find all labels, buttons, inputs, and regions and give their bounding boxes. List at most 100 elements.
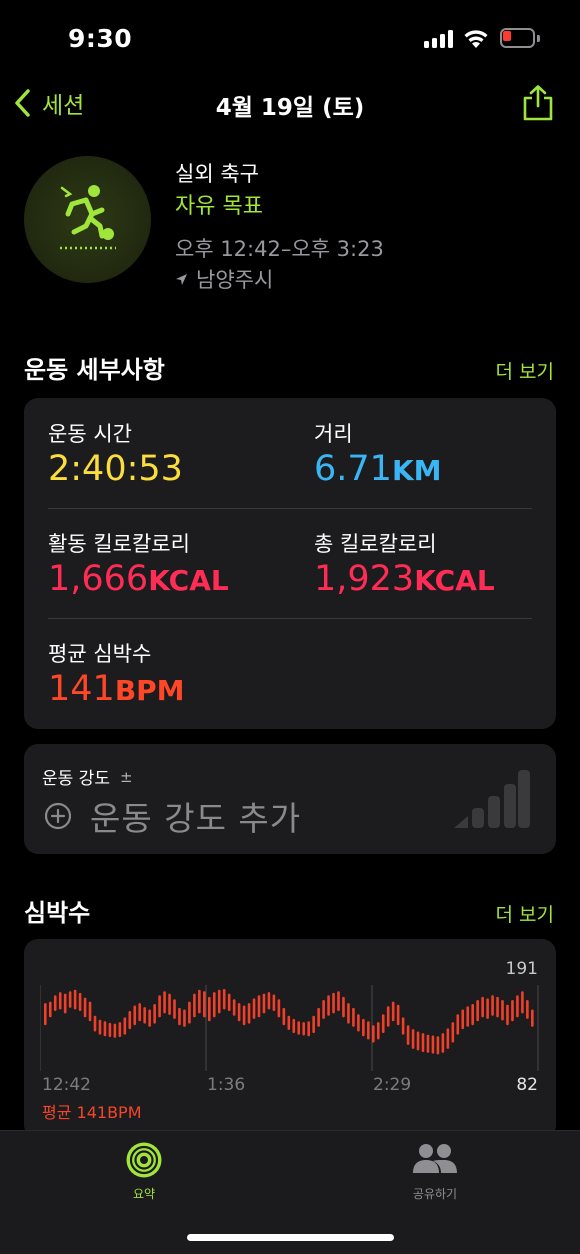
tab-label: 공유하기: [412, 1187, 458, 1201]
heart-rate-bar: [511, 999, 514, 1022]
heart-rate-bar: [222, 988, 226, 1010]
chart-x-label: 12:42: [42, 1075, 91, 1095]
heart-rate-bar: [352, 1007, 355, 1027]
heart-rate-bar: [317, 1007, 320, 1027]
heart-rate-bar: [376, 1022, 380, 1040]
location-arrow-icon: [176, 273, 187, 285]
heart-rate-bar: [198, 989, 201, 1014]
heart-rate-bar: [501, 999, 504, 1021]
workout-details-card[interactable]: 운동 시간 2:40:53 거리 6.71KM 활동 킬로칼로리 1,666KC…: [24, 398, 556, 729]
heart-rate-bar: [133, 1005, 137, 1026]
tab-summary[interactable]: 요약: [104, 1141, 184, 1202]
heart-rate-bar: [178, 1007, 181, 1026]
heart-rate-bar: [506, 1004, 509, 1026]
heart-rate-bar: [108, 1022, 112, 1038]
heart-rate-bar: [68, 991, 72, 1008]
heart-rate-see-more-link[interactable]: 더 보기: [496, 900, 554, 927]
divider: [48, 508, 532, 509]
heart-rate-bar: [58, 992, 62, 1010]
heart-rate-bar: [262, 993, 266, 1014]
metric-label: 총 킬로칼로리: [314, 532, 437, 556]
metric-total-calories: 총 킬로칼로리 1,923KCAL: [314, 528, 495, 599]
heart-rate-bar: [332, 992, 335, 1014]
heart-rate-bar: [98, 1019, 102, 1035]
heart-rate-bar: [123, 1017, 127, 1035]
add-intensity-button[interactable]: 운동 강도 추가: [44, 792, 301, 840]
heart-rate-bar: [48, 1001, 52, 1018]
soccer-workout-icon: [24, 156, 151, 283]
metric-value: 1,666KCAL: [48, 559, 229, 599]
heart-rate-bar: [163, 991, 166, 1014]
heart-rate-bar: [212, 992, 216, 1018]
intensity-bars-icon: [454, 770, 530, 828]
heart-rate-bar: [277, 999, 281, 1018]
tab-sharing[interactable]: 공유하기: [395, 1141, 475, 1202]
heart-rate-bar: [312, 1015, 315, 1034]
heart-rate-bar: [362, 1018, 365, 1037]
heart-rate-bar: [381, 1014, 385, 1034]
heart-rate-bar: [426, 1034, 430, 1053]
heart-rate-bar: [481, 996, 484, 1018]
heart-rate-bar: [476, 999, 479, 1022]
status-bar: 9:30: [0, 0, 580, 78]
heart-rate-bar: [436, 1036, 440, 1055]
heart-rate-bar: [456, 1014, 460, 1035]
share-icon[interactable]: [520, 84, 556, 122]
home-indicator: [187, 1234, 394, 1241]
metric-active-calories: 활동 킬로칼로리 1,666KCAL: [48, 528, 229, 599]
heart-rate-bar: [297, 1021, 301, 1035]
metric-label: 거리: [314, 422, 353, 446]
metric-value: 2:40:53: [48, 449, 183, 489]
heart-rate-bar: [232, 999, 236, 1016]
heart-rate-bar: [282, 1007, 286, 1026]
heart-rate-bar: [337, 991, 340, 1012]
heart-rate-bar: [401, 1017, 405, 1035]
heart-rate-bar: [183, 1009, 186, 1027]
heart-rate-bar: [168, 993, 171, 1015]
heart-rate-bar: [521, 991, 524, 1014]
heart-rate-bar: [451, 1022, 455, 1043]
metric-value: 1,923KCAL: [314, 559, 495, 599]
location-label: 남양주시: [196, 268, 274, 292]
heart-rate-bar: [193, 993, 196, 1018]
heart-rate-bar: [406, 1025, 410, 1045]
page-title: 4월 19일 (토): [215, 95, 365, 121]
heart-rate-bar: [153, 1003, 156, 1024]
heart-rate-bar: [103, 1021, 107, 1037]
heart-rate-bar: [272, 994, 276, 1012]
chart-max-label: 191: [505, 959, 538, 979]
heart-rate-bar: [526, 999, 529, 1019]
heart-rate-chart: [40, 985, 539, 1071]
heart-rate-bar: [302, 1022, 306, 1036]
heart-rate-bar: [496, 996, 499, 1018]
details-section-title: 운동 세부사항: [24, 356, 165, 384]
metric-value: 6.71KM: [314, 449, 442, 489]
heart-rate-bar: [208, 996, 211, 1022]
heart-rate-bar: [386, 1006, 390, 1027]
heart-rate-bar: [78, 992, 82, 1012]
heart-rate-bar: [531, 1009, 534, 1027]
workout-intensity-card[interactable]: 운동 강도 ± 운동 강도 추가: [24, 744, 556, 854]
details-see-more-link[interactable]: 더 보기: [496, 357, 554, 384]
heart-rate-bar: [257, 995, 261, 1018]
heart-rate-bar: [73, 989, 77, 1010]
heart-rate-bar: [252, 998, 256, 1019]
heart-rate-bar: [188, 1001, 191, 1024]
battery-icon: [500, 28, 540, 48]
heart-rate-bar: [118, 1022, 122, 1038]
metric-value: 141BPM: [48, 669, 185, 709]
tab-label: 요약: [132, 1187, 156, 1201]
heart-rate-bar: [53, 995, 57, 1012]
heart-rate-bar: [416, 1031, 420, 1051]
heart-rate-bar: [411, 1029, 415, 1049]
heart-rate-card[interactable]: 191 12:42 1:36 2:29 82 평균 141BPM: [24, 939, 556, 1139]
heart-rate-bar: [367, 1021, 370, 1040]
workout-time-range: 오후 12:42–오후 3:23: [175, 237, 384, 261]
heart-rate-bar: [143, 1007, 146, 1024]
chart-average-label: 평균 141BPM: [42, 1103, 142, 1122]
heart-rate-bar: [322, 999, 325, 1019]
heart-rate-bar: [88, 1001, 92, 1022]
workout-location: 남양주시: [175, 264, 273, 294]
heart-rate-bar: [461, 1009, 465, 1030]
heart-rate-bar: [158, 995, 161, 1018]
